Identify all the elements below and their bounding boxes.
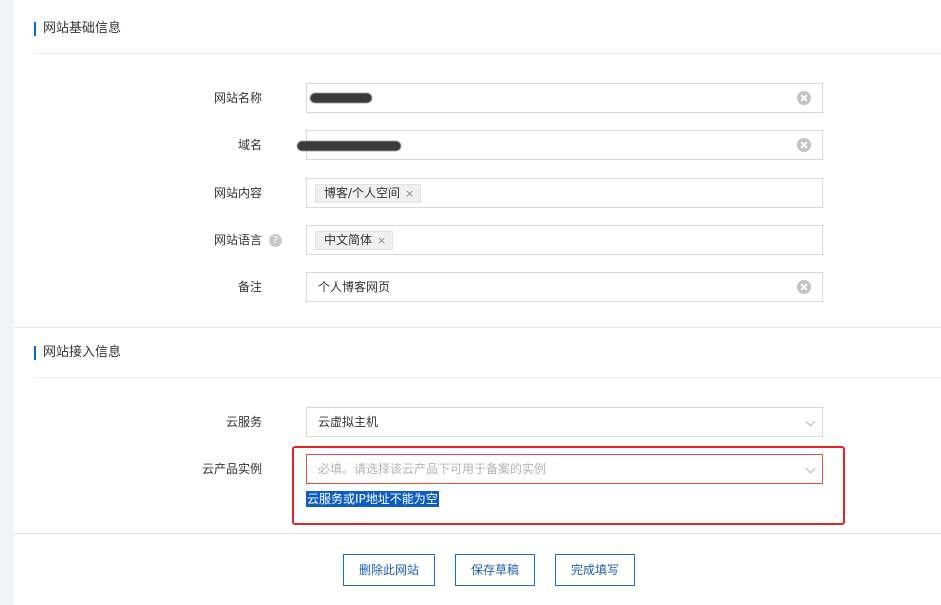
delete-site-button[interactable]: 删除此网站 bbox=[343, 554, 435, 586]
cloud-service-label: 云服务 bbox=[225, 415, 262, 429]
form-panel: 网站基础信息 网站名称 域名 网站内容 博客/个人空间 × 网站语言 ? 中文简体… bbox=[14, 0, 941, 605]
clear-icon[interactable] bbox=[797, 138, 811, 152]
cloud-service-select[interactable]: 云虚拟主机 bbox=[306, 407, 823, 437]
redacted-value bbox=[297, 141, 401, 151]
cloud-instance-label: 云产品实例 bbox=[201, 462, 262, 476]
help-icon[interactable]: ? bbox=[269, 234, 282, 247]
domain-label: 域名 bbox=[237, 138, 262, 152]
tag-close-icon[interactable]: × bbox=[405, 187, 414, 200]
site-name-label: 网站名称 bbox=[213, 91, 262, 105]
cloud-service-value: 云虚拟主机 bbox=[318, 415, 379, 429]
language-tag: 中文简体 × bbox=[315, 231, 394, 250]
section-accent-bar bbox=[34, 346, 36, 360]
remark-input[interactable]: 个人博客网页 bbox=[306, 272, 823, 302]
redacted-value bbox=[310, 93, 372, 103]
section-header-access: 网站接入信息 bbox=[34, 329, 941, 378]
content-label: 网站内容 bbox=[213, 186, 262, 200]
tag-label: 中文简体 bbox=[324, 233, 373, 247]
tag-label: 博客/个人空间 bbox=[324, 186, 401, 200]
section-divider bbox=[14, 327, 941, 328]
remark-value: 个人博客网页 bbox=[318, 280, 391, 294]
remark-label: 备注 bbox=[237, 280, 262, 294]
footer-divider bbox=[14, 533, 941, 534]
language-select[interactable]: 中文简体 × bbox=[306, 225, 823, 255]
content-select[interactable]: 博客/个人空间 × bbox=[306, 178, 823, 208]
domain-input[interactable] bbox=[297, 130, 823, 160]
clear-icon[interactable] bbox=[797, 91, 811, 105]
clear-icon[interactable] bbox=[797, 280, 811, 294]
section-title: 网站基础信息 bbox=[43, 21, 122, 36]
content-tag: 博客/个人空间 × bbox=[315, 184, 422, 203]
finish-button[interactable]: 完成填写 bbox=[555, 554, 635, 586]
section-title: 网站接入信息 bbox=[43, 345, 122, 360]
language-label: 网站语言 bbox=[213, 233, 262, 247]
save-draft-button[interactable]: 保存草稿 bbox=[455, 554, 535, 586]
section-accent-bar bbox=[34, 22, 36, 36]
site-name-input[interactable] bbox=[306, 83, 823, 113]
section-header-basic: 网站基础信息 bbox=[34, 5, 941, 54]
chevron-down-icon bbox=[805, 416, 816, 427]
error-highlight-box bbox=[292, 446, 845, 525]
tag-close-icon[interactable]: × bbox=[377, 234, 386, 247]
